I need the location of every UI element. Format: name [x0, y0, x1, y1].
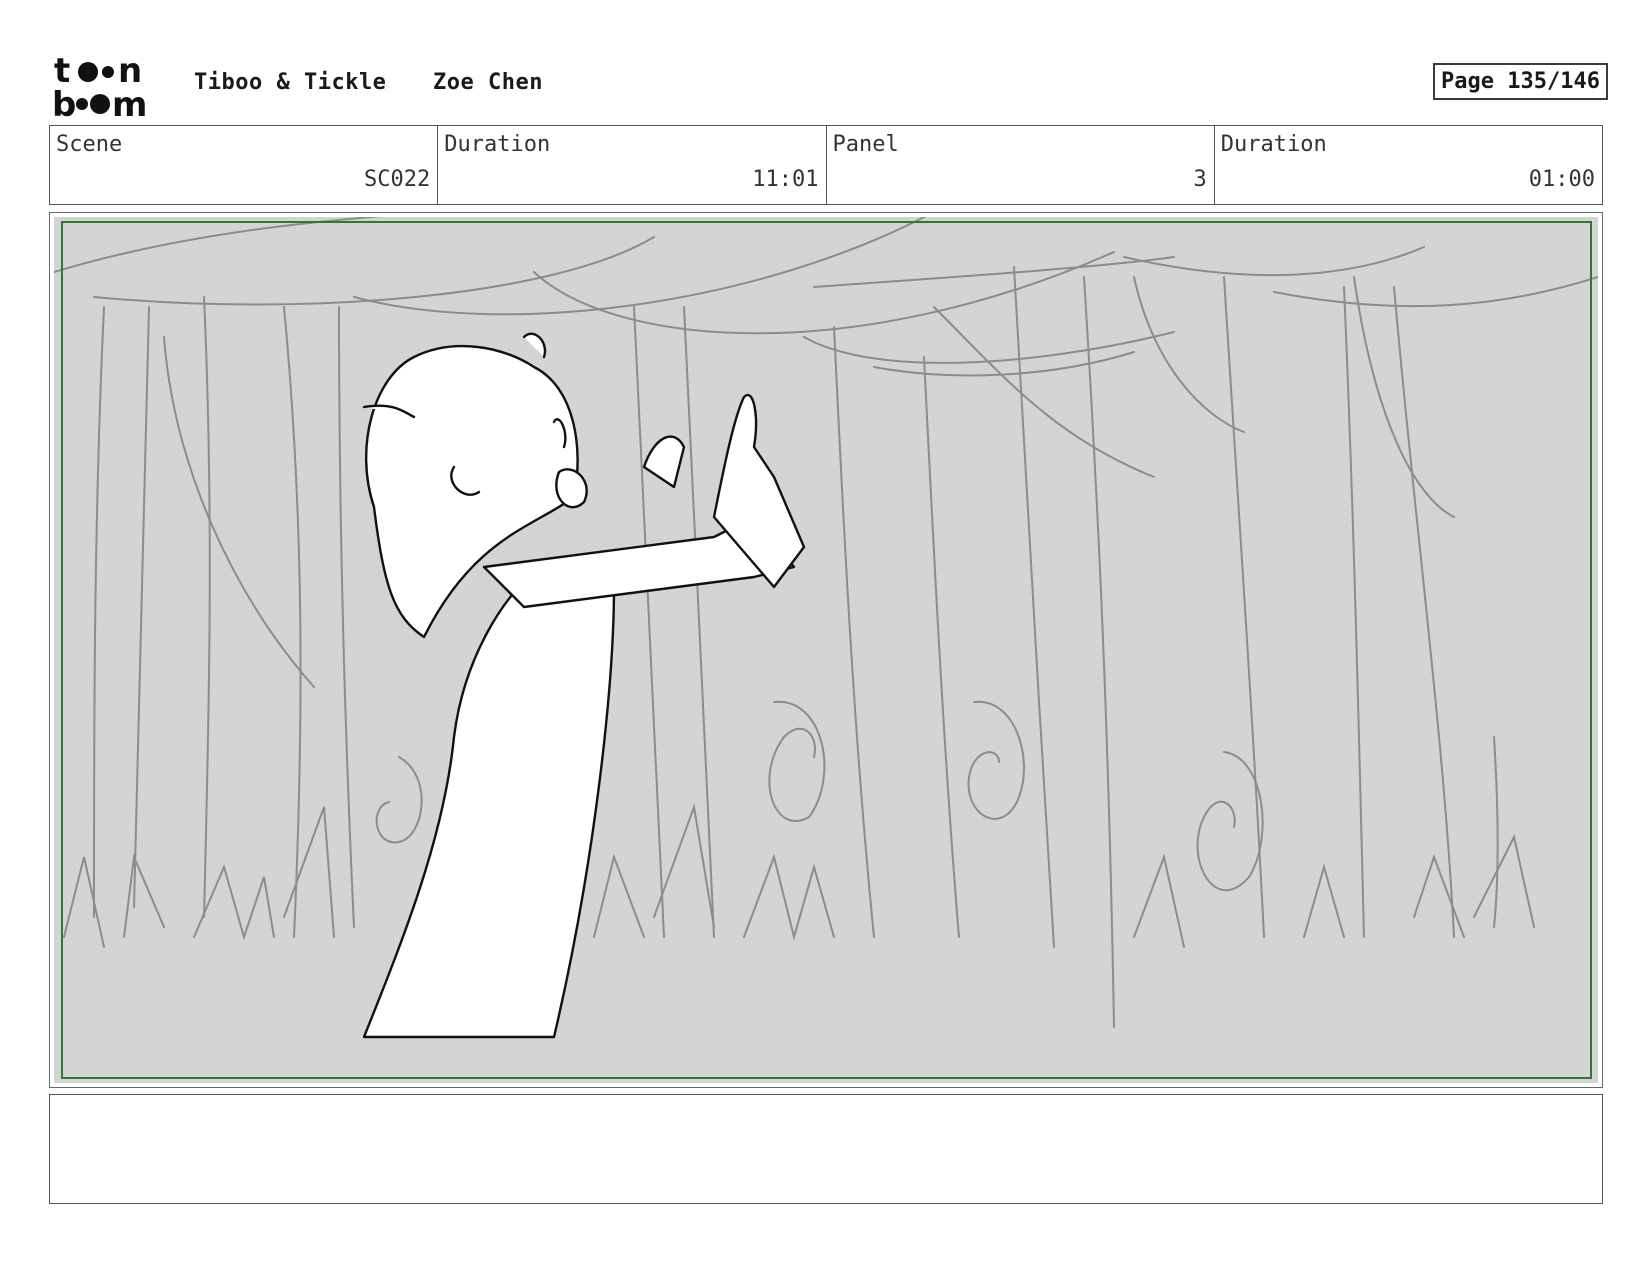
panel-duration-value: 01:00 — [1528, 167, 1595, 192]
svg-text:m: m — [112, 85, 147, 118]
scene-duration-cell: Duration 11:01 — [438, 126, 827, 204]
forest-sketch — [54, 217, 1598, 1039]
scene-duration-value: 11:01 — [752, 167, 819, 192]
project-title: Tiboo & Tickle — [194, 70, 387, 95]
svg-text:b: b — [52, 85, 76, 118]
panel-duration-label: Duration — [1220, 132, 1327, 157]
storyboard-panel — [49, 212, 1603, 1088]
panel-drawing — [54, 217, 1598, 1083]
panel-label: Panel — [832, 132, 899, 157]
scene-value: SC022 — [364, 167, 431, 192]
panel-duration-cell: Duration 01:00 — [1215, 126, 1602, 204]
page-number: Page 135/146 — [1433, 63, 1608, 100]
panel-info-row: Scene SC022 Duration 11:01 Panel 3 Durat… — [49, 125, 1603, 205]
author-name: Zoe Chen — [433, 70, 543, 95]
scene-duration-label: Duration — [444, 132, 551, 157]
notes-box — [49, 1094, 1603, 1204]
panel-value: 3 — [1193, 167, 1207, 192]
panel-cell: Panel 3 — [827, 126, 1215, 204]
toon-boom-logo: t n b m — [52, 52, 147, 118]
scene-cell: Scene SC022 — [50, 126, 439, 204]
scene-label: Scene — [56, 132, 123, 157]
